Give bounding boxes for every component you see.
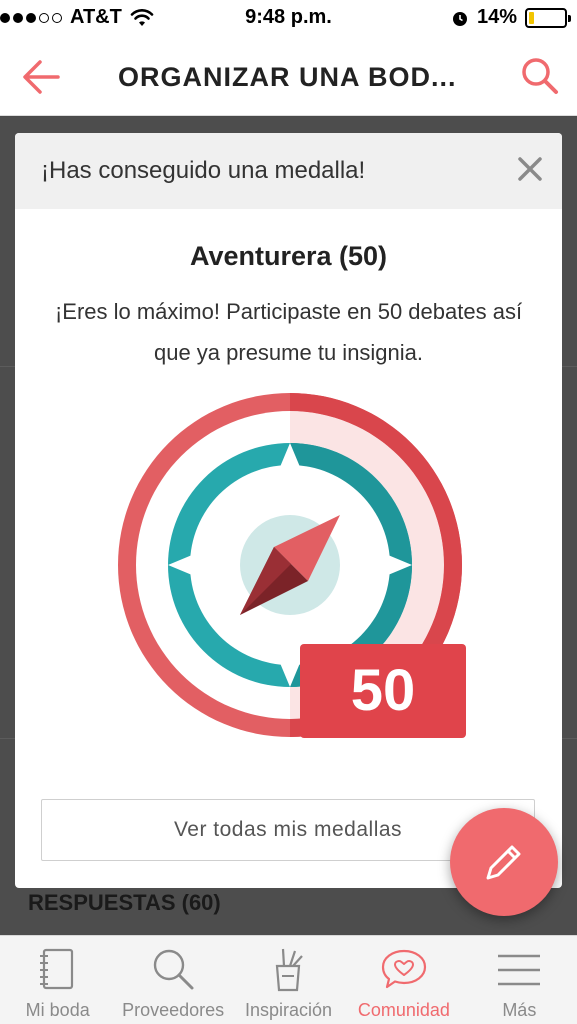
pencil-cup-icon — [275, 948, 303, 992]
alarm-icon — [452, 11, 467, 26]
battery-group: 14% — [451, 6, 571, 29]
tab-mas[interactable]: Más — [462, 936, 577, 1024]
tab-label: Proveedores — [122, 1000, 225, 1020]
medal-name: Aventurera (50) — [189, 241, 388, 271]
battery-fill — [529, 11, 534, 24]
compose-button[interactable] — [450, 808, 558, 916]
dialog-title: ¡Has conseguido una medalla! — [41, 157, 366, 184]
battery-percent: 14% — [476, 6, 517, 28]
battery-icon — [525, 7, 571, 28]
tab-label: Mi boda — [25, 1000, 90, 1020]
tab-inspiracion[interactable]: Inspiración — [231, 936, 346, 1024]
tab-proveedores[interactable]: Proveedores — [115, 936, 230, 1024]
heart-chat-icon — [381, 949, 427, 989]
answers-heading: RESPUESTAS (60) — [28, 890, 221, 915]
pencil-icon — [486, 845, 521, 880]
tab-label: Más — [502, 1000, 537, 1020]
badge-number: 50 — [350, 658, 416, 723]
page-title: ORGANIZAR UNA BOD... — [118, 62, 457, 92]
medal-description: ¡Eres lo máximo! Participaste en 50 deba… — [54, 299, 523, 365]
menu-icon — [498, 954, 541, 986]
search-icon[interactable] — [519, 55, 561, 97]
tab-comunidad[interactable]: Comunidad — [346, 936, 461, 1024]
arrow-left-icon[interactable] — [20, 56, 62, 98]
dialog-header: ¡Has conseguido una medalla! — [15, 133, 562, 209]
navigation-bar: ORGANIZAR UNA BOD... — [0, 38, 577, 116]
tab-mi-boda[interactable]: Mi boda — [0, 936, 115, 1024]
search-icon — [153, 949, 194, 990]
tab-label: Inspiración — [244, 1000, 333, 1020]
close-icon[interactable] — [516, 155, 544, 183]
tab-bar: Mi boda Proveedores Inspiración Comunida… — [0, 935, 577, 1024]
tab-label: Comunidad — [357, 1000, 450, 1020]
status-bar: AT&T 9:48 p.m. 14% — [0, 0, 577, 38]
notebook-icon — [39, 948, 73, 990]
medal-dialog: ¡Has conseguido una medalla! Aventurera … — [15, 133, 562, 888]
